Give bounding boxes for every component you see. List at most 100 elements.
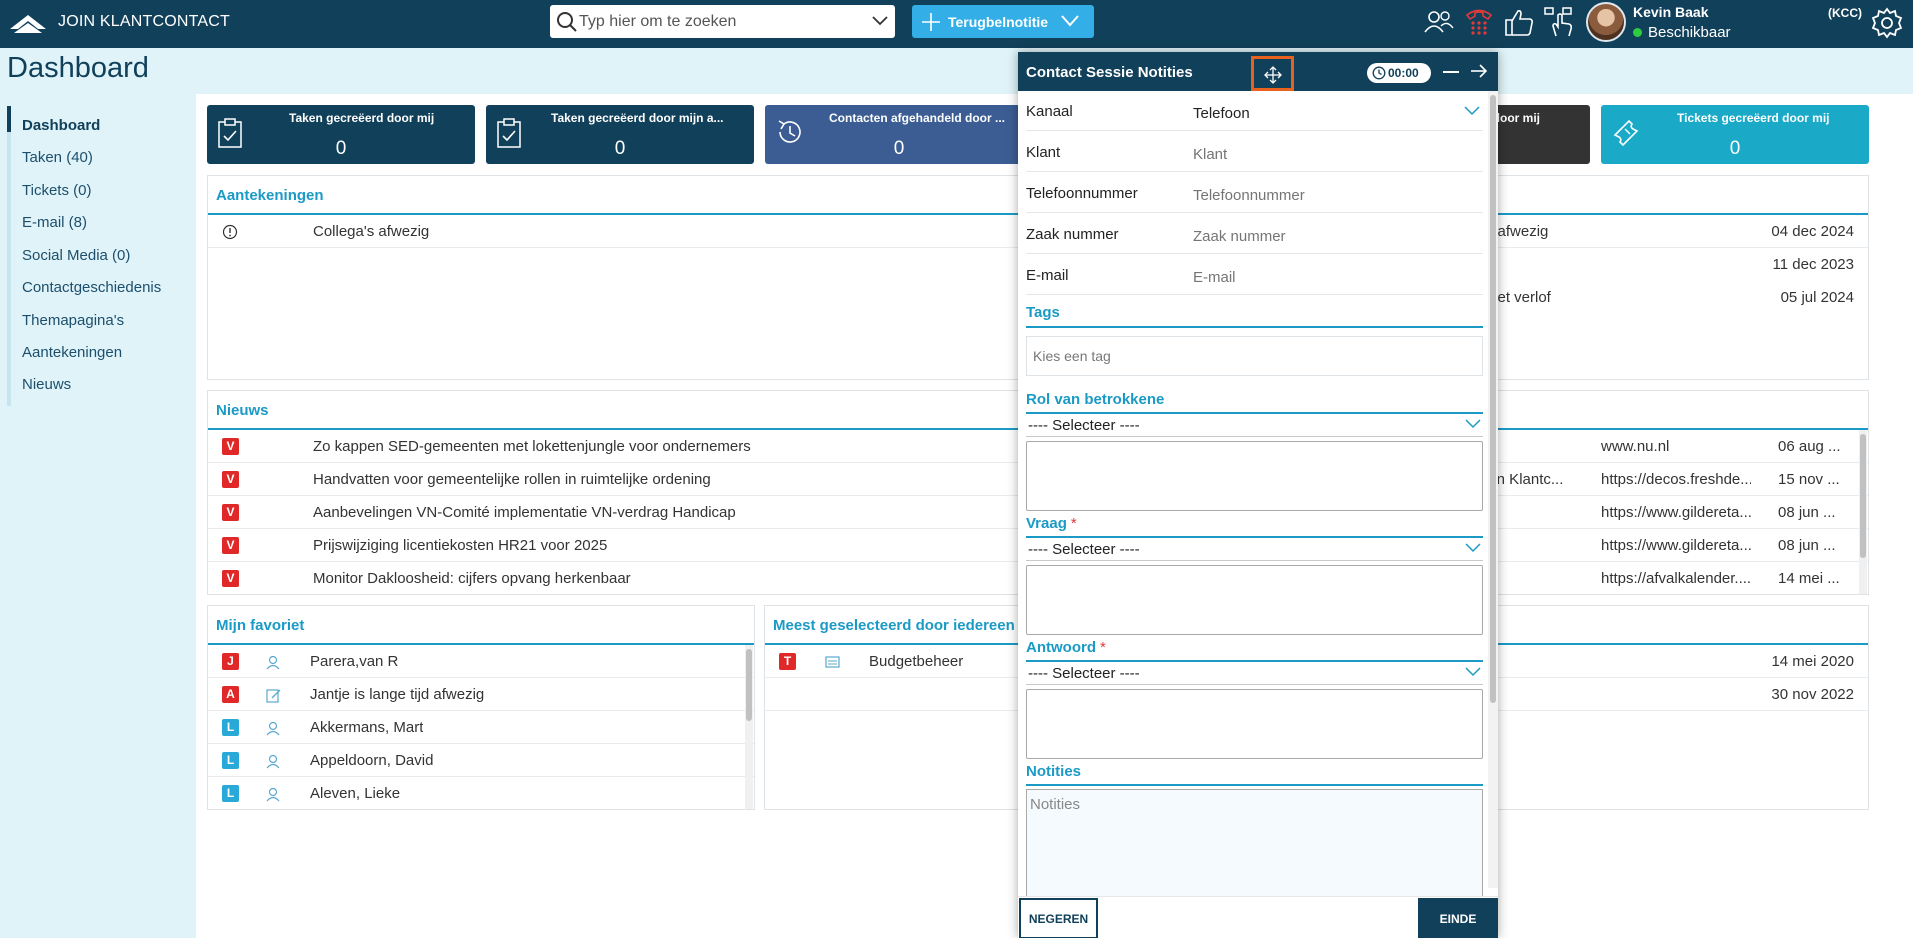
news-url[interactable]: https://www.gildereta... [1601, 504, 1751, 521]
sidebar-item-nieuws[interactable]: Nieuws [22, 376, 71, 393]
item-date: 14 mei 2020 [1771, 653, 1854, 670]
sidebar-item-tickets[interactable]: Tickets (0) [22, 182, 91, 199]
search-box[interactable] [550, 5, 895, 38]
field-label: E-mail [1026, 267, 1069, 284]
type-badge: L [222, 719, 239, 736]
list-item[interactable]: L Akkermans, Mart [208, 711, 754, 744]
news-url[interactable]: https://decos.freshde... [1601, 471, 1751, 488]
session-timer: 00:00 [1367, 63, 1431, 83]
user-name[interactable]: Kevin Baak [1633, 4, 1708, 20]
avatar[interactable] [1586, 2, 1626, 42]
field-row-telefoonnummer[interactable]: Telefoonnummer [1026, 173, 1483, 213]
section-title-vraag-label: Vraag [1026, 515, 1067, 532]
item-name: Budgetbeheer [869, 653, 964, 670]
move-icon [1264, 66, 1282, 84]
rol-select[interactable]: ---- Selecteer ---- [1026, 415, 1483, 437]
news-scrollbar[interactable] [1859, 430, 1867, 594]
news-title: Zo kappen SED-gemeenten met lokettenjung… [313, 438, 751, 455]
type-badge: V [222, 570, 239, 587]
kanaal-select[interactable]: Telefoon [1193, 105, 1463, 122]
zaaknummer-input[interactable] [1193, 228, 1463, 245]
news-url[interactable]: https://www.gildereta... [1601, 537, 1751, 554]
tag-picker[interactable] [1026, 336, 1483, 376]
chevron-down-icon[interactable] [871, 15, 889, 27]
tile-title: Taken gecreëerd door mijn a... [551, 111, 724, 125]
contacts-icon[interactable] [1423, 6, 1455, 38]
email-input[interactable] [1193, 269, 1463, 286]
field-row-email[interactable]: E-mail [1026, 255, 1483, 295]
person-icon [266, 787, 280, 802]
search-input[interactable] [579, 5, 864, 38]
chevron-down-icon[interactable] [1465, 543, 1481, 553]
field-row-kanaal[interactable]: Kanaal Telefoon [1026, 91, 1483, 131]
panel-title: Meest geselecteerd door iedereen [773, 617, 1015, 634]
list-item[interactable]: L Appeldoorn, David [208, 744, 754, 777]
section-underline [1026, 784, 1483, 786]
top-bar: JOIN KLANTCONTACT Terugbelnotitie [0, 0, 1913, 48]
tile-tasks-created-by-team[interactable]: Taken gecreëerd door mijn a... 0 [486, 105, 754, 164]
tag-input[interactable] [1033, 348, 1433, 364]
gear-icon[interactable] [1870, 6, 1904, 40]
vraag-select[interactable]: ---- Selecteer ---- [1026, 539, 1483, 561]
tile-value: 0 [893, 138, 905, 159]
contact-session-notes-dialog: Contact Sessie Notities 00:00 Kanaal Tel… [1018, 52, 1498, 938]
field-row-klant[interactable]: Klant [1026, 132, 1483, 172]
sidebar-item-email[interactable]: E-mail (8) [22, 214, 87, 231]
callback-note-button[interactable]: Terugbelnotitie [912, 5, 1094, 38]
chevron-down-icon[interactable] [1465, 667, 1481, 677]
user-status-label: Beschikbaar [1648, 24, 1731, 41]
antwoord-textarea[interactable] [1026, 689, 1483, 759]
sidebar-item-themapaginas[interactable]: Themapagina's [22, 312, 124, 329]
thumbs-up-icon[interactable] [1503, 6, 1535, 38]
chevron-down-icon[interactable] [1465, 419, 1481, 429]
arrow-right-icon[interactable] [1470, 63, 1488, 79]
scrollbar-thumb[interactable] [1860, 434, 1866, 558]
antwoord-select[interactable]: ---- Selecteer ---- [1026, 663, 1483, 685]
type-badge: L [222, 785, 239, 802]
tile-contacts-handled[interactable]: Contacten afgehandeld door ... 0 [765, 105, 1033, 164]
ignore-button[interactable]: NEGEREN [1019, 898, 1098, 938]
chevron-down-icon[interactable] [1060, 13, 1080, 29]
end-button[interactable]: EINDE [1418, 898, 1498, 938]
page-title: Dashboard [7, 52, 149, 84]
phone-hangup-icon[interactable] [1464, 6, 1494, 40]
rol-select-value: ---- Selecteer ---- [1028, 417, 1140, 434]
user-status[interactable]: Beschikbaar [1633, 24, 1731, 41]
news-url[interactable]: www.nu.nl [1601, 438, 1751, 455]
field-row-zaaknummer[interactable]: Zaak nummer [1026, 214, 1483, 254]
logo-icon[interactable] [8, 9, 48, 37]
minimize-icon[interactable] [1443, 71, 1459, 73]
news-date: 14 mei ... [1778, 570, 1840, 587]
sidebar-item-taken[interactable]: Taken (40) [22, 149, 93, 166]
section-title-antwoord-label: Antwoord [1026, 639, 1096, 656]
dialog-scrollbar[interactable] [1488, 91, 1498, 888]
news-title: Monitor Dakloosheid: cijfers opvang herk… [313, 570, 631, 587]
tile-tasks-created-by-me[interactable]: Taken gecreëerd door mij 0 [207, 105, 475, 164]
list-item[interactable]: L Aleven, Lieke [208, 777, 754, 810]
favorites-scrollbar[interactable] [745, 645, 753, 809]
sidebar-active-indicator [7, 106, 11, 132]
list-item[interactable]: J Parera,van R [208, 645, 754, 678]
brand-name[interactable]: JOIN KLANTCONTACT [58, 13, 230, 31]
chevron-down-icon[interactable] [1464, 106, 1480, 116]
sidebar-item-social-media[interactable]: Social Media (0) [22, 247, 130, 264]
telefoonnummer-input[interactable] [1193, 187, 1463, 204]
scrollbar-thumb[interactable] [1490, 95, 1496, 703]
rol-textarea[interactable] [1026, 441, 1483, 511]
news-url[interactable]: https://afvalkalender.... [1601, 570, 1751, 587]
tile-title: Tickets gecreëerd door mij [1677, 111, 1830, 125]
sidebar-item-contactgeschiedenis[interactable]: Contactgeschiedenis [22, 279, 161, 296]
section-underline [1026, 660, 1483, 662]
tile-tickets-created-by-me[interactable]: Tickets gecreëerd door mij 0 [1601, 105, 1869, 164]
vraag-textarea[interactable] [1026, 565, 1483, 635]
sidebar-item-dashboard[interactable]: Dashboard [22, 117, 100, 134]
tile-value: 0 [614, 138, 626, 159]
dialog-header: Contact Sessie Notities 00:00 [1018, 52, 1498, 91]
move-handle[interactable] [1251, 56, 1294, 91]
touch-icon[interactable] [1543, 6, 1575, 38]
list-item[interactable]: A Jantje is lange tijd afwezig [208, 678, 754, 711]
sidebar-item-aantekeningen[interactable]: Aantekeningen [22, 344, 122, 361]
klant-input[interactable] [1193, 146, 1463, 163]
scrollbar-thumb[interactable] [746, 649, 752, 721]
note-date: 11 dec 2023 [1772, 256, 1854, 273]
